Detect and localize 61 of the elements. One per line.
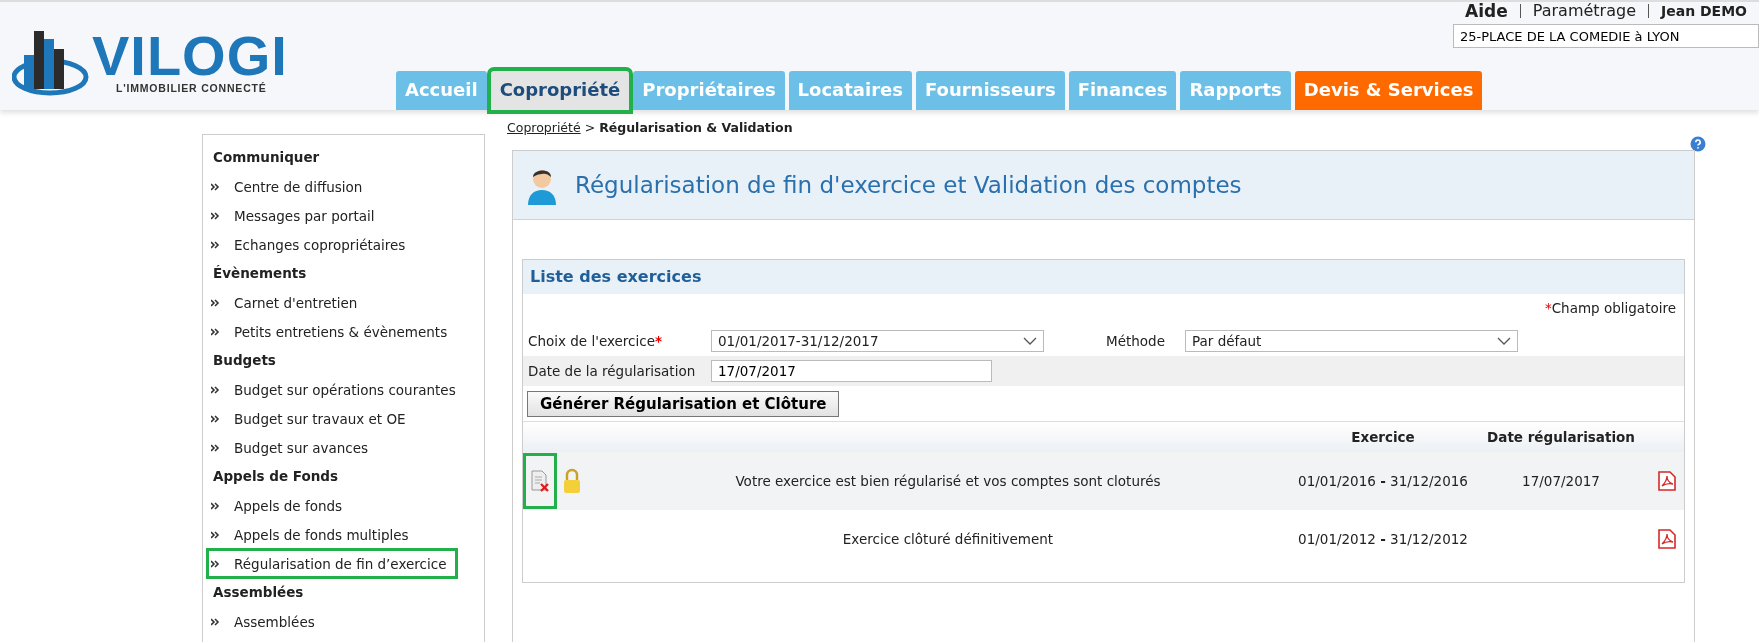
column-header: Date régularisation <box>1486 429 1636 445</box>
double-chevron-icon <box>211 182 220 191</box>
sidebar-heading: Appels de Fonds <box>212 467 340 486</box>
caret-icon <box>1497 337 1511 345</box>
sidebar-heading: Assemblées <box>212 583 305 602</box>
double-chevron-icon <box>211 501 220 510</box>
breadcrumb-separator: > <box>584 120 596 135</box>
address-field[interactable]: 25-PLACE DE LA COMEDIE à LYON <box>1453 24 1759 48</box>
caret-icon <box>1023 337 1037 345</box>
date-field[interactable]: 17/07/2017 <box>711 360 992 382</box>
sidebar-item[interactable]: Budget sur avances <box>207 433 474 462</box>
double-chevron-icon <box>211 530 220 539</box>
top-link[interactable]: Aide <box>1453 4 1520 18</box>
sidebar-item[interactable]: Régularisation de fin d’exercice <box>207 549 457 578</box>
double-chevron-icon <box>211 327 220 336</box>
sidebar-heading: Budgets <box>212 351 277 370</box>
sidebar-item[interactable]: Appels de fonds <box>207 491 474 520</box>
sidebar-item[interactable]: Budget sur opérations courantes <box>207 375 474 404</box>
logo-text: VILOGI <box>92 30 288 82</box>
status-message: Exercice clôturé définitivement <box>841 531 1055 547</box>
double-chevron-icon <box>211 240 220 249</box>
field-label: Date de la régularisation <box>528 363 697 379</box>
column-header: Exercice <box>1350 429 1416 445</box>
delete-document-icon[interactable] <box>530 470 550 492</box>
sidebar-item[interactable]: Carnet d'entretien <box>207 288 474 317</box>
sidebar-heading: Évènements <box>212 264 308 283</box>
double-chevron-icon <box>211 211 220 220</box>
sidebar-item[interactable]: Appels de fonds multiples <box>207 520 474 549</box>
breadcrumb-current: Régularisation & Validation <box>599 120 793 135</box>
date-cell: 17/07/2017 <box>1522 473 1600 489</box>
page-title: Régularisation de fin d'exercice et Validation des comptes <box>575 172 1242 198</box>
generate-button[interactable]: Générer Régularisation et Clôture <box>527 391 840 417</box>
top-link[interactable]: Jean DEMO <box>1648 4 1747 18</box>
field-label: Choix de l'exercice* <box>528 333 664 349</box>
top-link[interactable]: Paramétrage <box>1519 4 1648 18</box>
sidebar-heading: Communiquer <box>212 148 321 167</box>
field-label: Méthode <box>1106 333 1166 349</box>
dropdown-field[interactable]: 01/01/2017-31/12/2017 <box>711 330 1044 352</box>
double-chevron-icon <box>211 414 220 423</box>
sidebar-item[interactable]: Centre de diffusion <box>207 172 474 201</box>
double-chevron-icon <box>211 559 220 568</box>
period-cell-text: 01/01/2016 - 31/12/2016 <box>1297 473 1469 489</box>
sidebar-item[interactable]: Petits entretiens & évènements <box>207 317 474 346</box>
logo-tagline: L'IMMOBILIER CONNECTÉ <box>116 82 268 94</box>
help-icon[interactable] <box>1690 136 1706 152</box>
status-message: Votre exercice est bien régularisé et vos comptes sont cloturés <box>734 473 1162 489</box>
period-cell-text: 01/01/2012 - 31/12/2012 <box>1297 531 1469 547</box>
double-chevron-icon <box>211 298 220 307</box>
required-note: *Champ obligatoire <box>1544 300 1676 318</box>
sidebar-item[interactable]: Assemblées <box>207 607 474 636</box>
double-chevron-icon <box>211 385 220 394</box>
sidebar-item[interactable]: Budget sur travaux et OE <box>207 404 474 433</box>
double-chevron-icon <box>211 443 220 452</box>
double-chevron-icon <box>211 617 220 626</box>
sidebar-item[interactable]: Echanges copropriétaires <box>207 230 474 259</box>
dropdown-field[interactable]: Par défaut <box>1185 330 1518 352</box>
pdf-icon[interactable] <box>1658 471 1676 491</box>
breadcrumb-link[interactable]: Copropriété <box>507 120 581 135</box>
panel-title: Liste des exercices <box>530 267 702 286</box>
pdf-icon[interactable] <box>1658 529 1676 549</box>
sidebar-item[interactable]: Messages par portail <box>207 201 474 230</box>
